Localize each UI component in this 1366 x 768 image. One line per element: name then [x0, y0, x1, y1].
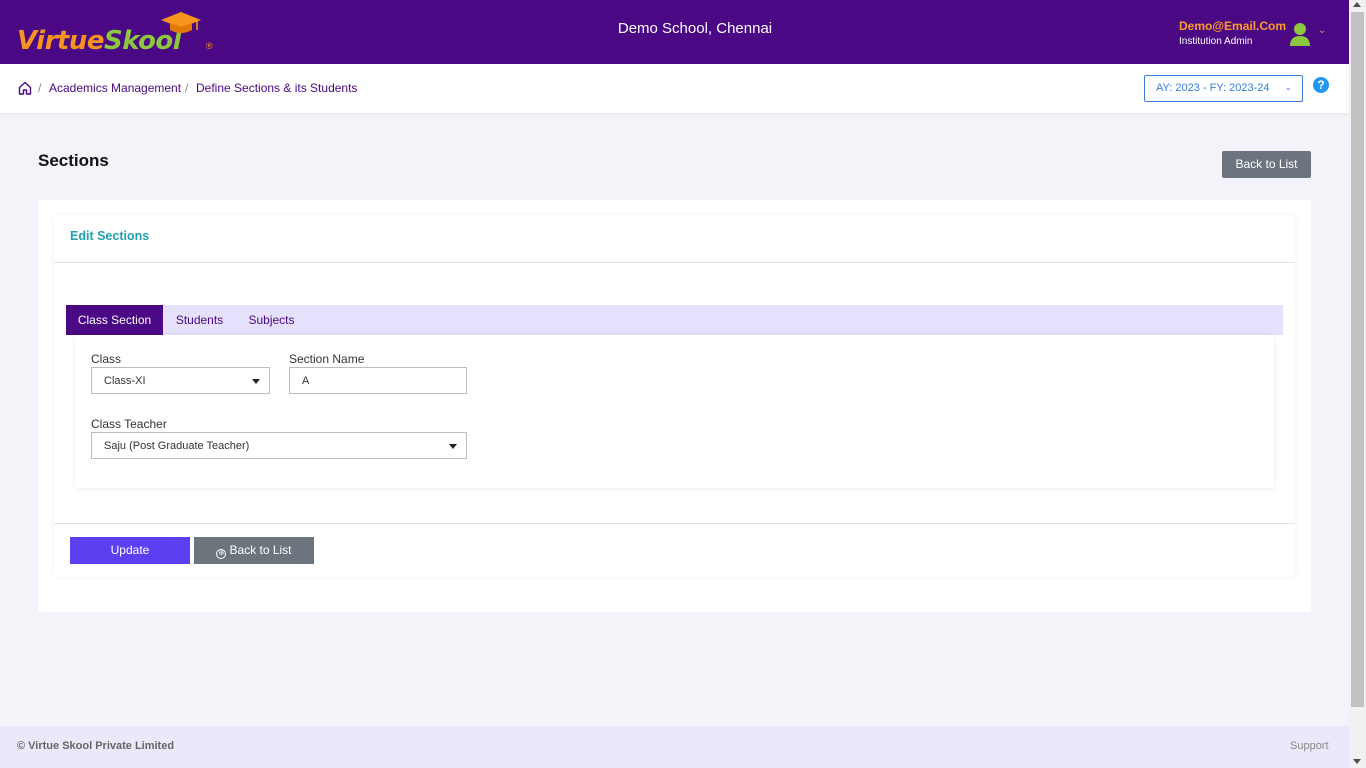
help-icon[interactable]: ? [1313, 77, 1329, 93]
class-select[interactable]: Class-XI [91, 367, 270, 394]
vertical-scrollbar[interactable] [1349, 0, 1366, 768]
back-to-list-button[interactable]: Back to List [1222, 151, 1311, 178]
copyright-text: © Virtue Skool Private Limited [17, 740, 175, 752]
class-label: Class [91, 352, 122, 366]
class-section-form [75, 335, 1274, 488]
virtueskool-logo[interactable]: VirtueSkool ® [17, 12, 217, 58]
scrollbar-thumb[interactable] [1351, 12, 1364, 707]
breadcrumb-academics-management[interactable]: Academics Management [49, 81, 181, 95]
breadcrumb-bar: / Academics Management / Define Sections… [0, 64, 1349, 113]
user-email[interactable]: Demo@Email.Com [1179, 19, 1286, 33]
user-icon[interactable] [1289, 22, 1311, 46]
caret-down-icon [252, 379, 260, 384]
top-header: VirtueSkool ® Demo School, Chennai Demo@… [0, 0, 1349, 64]
class-teacher-label: Class Teacher [91, 417, 167, 431]
card-header-divider [54, 262, 1295, 263]
scroll-up-arrow-icon[interactable] [1353, 2, 1361, 7]
academic-year-select[interactable]: AY: 2023 - FY: 2023-24 ⌄ [1144, 75, 1303, 102]
back-to-list-button[interactable]: ⊕ Back to List [194, 537, 314, 564]
class-select-value: Class-XI [104, 375, 146, 387]
tab-subjects[interactable]: Subjects [236, 305, 307, 335]
breadcrumb-define-sections[interactable]: Define Sections & its Students [196, 81, 357, 95]
graduation-cap-icon [161, 12, 201, 33]
section-name-label: Section Name [289, 352, 365, 366]
chevron-down-icon: ⌄ [1284, 82, 1292, 92]
school-name: Demo School, Chennai [617, 20, 773, 37]
breadcrumb-separator: / [38, 81, 42, 95]
user-role: Institution Admin [1179, 36, 1253, 47]
card-title: Edit Sections [70, 229, 150, 243]
class-teacher-select[interactable]: Saju (Post Graduate Teacher) [91, 432, 467, 459]
home-icon[interactable] [18, 81, 32, 95]
logo-registered-mark: ® [206, 41, 213, 51]
page-title: Sections [38, 151, 109, 170]
logo-part-virtue: Virtue [17, 26, 104, 56]
tab-bar: Class Section Students Subjects [66, 305, 1283, 335]
breadcrumb-separator: / [185, 81, 189, 95]
page-footer: © Virtue Skool Private Limited Support [0, 726, 1349, 768]
section-name-input[interactable] [289, 367, 467, 394]
support-link[interactable]: Support [1290, 740, 1329, 752]
back-to-list-label: Back to List [229, 543, 292, 557]
caret-down-icon [449, 444, 457, 449]
class-teacher-select-value: Saju (Post Graduate Teacher) [104, 440, 250, 452]
update-button[interactable]: Update [70, 537, 190, 564]
back-circle-icon: ⊕ [216, 549, 227, 559]
tab-class-section[interactable]: Class Section [66, 305, 163, 335]
tab-students[interactable]: Students [163, 305, 236, 335]
scroll-down-arrow-icon[interactable] [1353, 759, 1361, 764]
card-footer-divider [54, 523, 1295, 524]
academic-year-label: AY: 2023 - FY: 2023-24 [1156, 82, 1270, 94]
chevron-down-icon[interactable]: ⌄ [1318, 25, 1326, 36]
